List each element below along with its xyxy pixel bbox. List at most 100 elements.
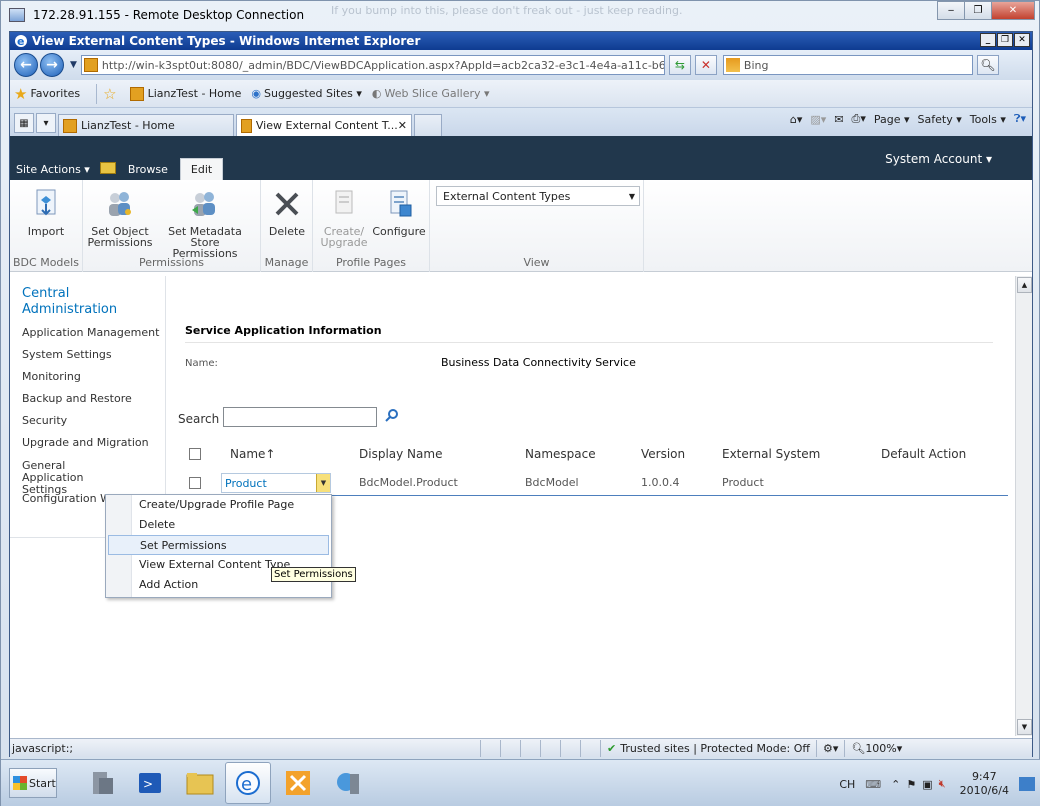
powershell-icon[interactable]: > — [127, 762, 173, 804]
help-icon[interactable]: ❓︎▾ — [1014, 112, 1026, 126]
col-default-action[interactable]: Default Action — [881, 447, 966, 461]
central-admin-link[interactable]: Central Administration — [10, 276, 120, 318]
flag-icon[interactable]: ⚑ — [906, 778, 916, 791]
ie-restore-button[interactable]: ❐ — [997, 33, 1013, 47]
ie-close-button[interactable]: ✕ — [1014, 33, 1030, 47]
explorer-icon[interactable] — [177, 762, 223, 804]
restore-button[interactable]: ❐ — [964, 1, 992, 20]
fav-item-suggested-sites[interactable]: ◉ Suggested Sites ▾ — [251, 87, 361, 100]
start-button[interactable]: Start — [9, 768, 57, 798]
nav-security[interactable]: Security — [10, 410, 165, 432]
feeds-icon[interactable]: ▨▾ — [810, 113, 826, 126]
ie-minimize-button[interactable]: _ — [980, 33, 996, 47]
safety-menu[interactable]: Safety ▾ — [918, 113, 962, 126]
col-version[interactable]: Version — [641, 447, 685, 461]
new-tab-button[interactable] — [414, 114, 442, 136]
rdp-title: 172.28.91.155 - Remote Desktop Connectio… — [33, 8, 305, 22]
home-icon[interactable]: ⌂▾ — [790, 113, 803, 126]
quick-tabs-icon[interactable]: ▦ — [14, 113, 34, 133]
nav-application-management[interactable]: Application Management — [10, 322, 165, 344]
select-all-checkbox[interactable] — [189, 448, 201, 460]
item-menu-dropdown-icon[interactable]: ▼ — [316, 474, 330, 492]
col-name[interactable]: Name↑ — [230, 447, 275, 461]
import-button[interactable]: Import — [26, 188, 66, 237]
vertical-scrollbar[interactable]: ▲ ▼ — [1015, 276, 1032, 736]
menu-delete[interactable]: Delete — [108, 515, 329, 535]
product-link[interactable]: Product — [222, 477, 267, 490]
language-indicator[interactable]: CH — [839, 778, 855, 791]
group-manage: Delete Manage — [261, 180, 313, 272]
navigate-up-icon[interactable] — [99, 162, 116, 174]
nav-upgrade-migration[interactable]: Upgrade and Migration — [10, 432, 165, 454]
address-url: http://win-k3spt0ut:8080/_admin/BDC/View… — [101, 58, 665, 72]
server-manager-icon[interactable] — [79, 762, 125, 804]
forward-button[interactable]: → — [40, 53, 64, 77]
tab-list-dropdown-icon[interactable]: ▾ — [36, 113, 56, 133]
read-mail-icon[interactable]: ✉ — [834, 113, 843, 126]
back-button[interactable]: ← — [14, 53, 38, 77]
delete-button[interactable]: Delete — [267, 188, 307, 237]
close-button[interactable]: ✕ — [991, 1, 1035, 20]
tools-icon[interactable] — [275, 762, 321, 804]
tab-close-icon[interactable]: ✕ — [398, 119, 407, 132]
set-object-permissions-button[interactable]: Set Object Permissions — [87, 188, 153, 248]
keyboard-icon[interactable]: ⌨ — [865, 778, 881, 791]
show-desktop-icon[interactable] — [1019, 777, 1035, 791]
protected-mode-icon[interactable]: ⚙▾ — [815, 739, 844, 757]
create-upgrade-button[interactable]: Create/ Upgrade — [319, 188, 369, 248]
fav-item-web-slice-gallery[interactable]: ◐ Web Slice Gallery ▾ — [372, 87, 490, 100]
refresh-button[interactable]: ⇆ — [668, 55, 691, 75]
network-app-icon[interactable] — [325, 762, 371, 804]
col-display-name[interactable]: Display Name — [359, 447, 442, 461]
favorites-button[interactable]: ★ Favorites — [14, 85, 80, 103]
address-bar[interactable]: http://win-k3spt0ut:8080/_admin/BDC/View… — [80, 55, 665, 75]
show-hidden-icons[interactable]: ⌃ — [891, 778, 900, 791]
ie-window: e View External Content Types - Windows … — [9, 31, 1033, 757]
nav-system-settings[interactable]: System Settings — [10, 344, 165, 366]
search-button[interactable]: 🔍︎ — [976, 55, 999, 75]
menu-set-permissions[interactable]: Set Permissions — [108, 535, 329, 555]
tab-lianztest-home[interactable]: LianzTest - Home — [58, 114, 234, 136]
page-menu[interactable]: Page ▾ — [874, 113, 910, 126]
network-icon[interactable]: ▣ — [922, 778, 932, 791]
nav-monitoring[interactable]: Monitoring — [10, 366, 165, 388]
col-namespace[interactable]: Namespace — [525, 447, 596, 461]
stop-button[interactable]: ✕ — [694, 55, 717, 75]
col-external-system[interactable]: External System — [722, 447, 820, 461]
menu-create-upgrade-profile-page[interactable]: Create/Upgrade Profile Page — [108, 495, 329, 515]
scroll-down-icon[interactable]: ▼ — [1017, 719, 1032, 735]
product-item[interactable]: Product ▼ — [221, 473, 331, 493]
view-select[interactable]: External Content Types ▼ — [436, 186, 640, 206]
view-select-value: External Content Types — [443, 189, 571, 203]
nav-general-app-settings[interactable]: General Application Settings — [10, 454, 130, 496]
tab-view-external-content[interactable]: View External Content T... ✕ — [236, 114, 412, 136]
account-menu[interactable]: System Account ▾ — [885, 152, 992, 166]
volume-muted-icon[interactable]: 🔇︎ — [939, 777, 946, 791]
fav-item-lianztest[interactable]: LianzTest - Home — [129, 86, 242, 101]
zoom-control[interactable]: 🔍︎ 100% ▾ — [844, 739, 908, 757]
minimize-button[interactable]: ‒ — [937, 1, 965, 20]
site-actions-menu[interactable]: Site Actions ▾ — [16, 163, 98, 180]
zoom-level: 100% — [865, 741, 897, 755]
add-favorite-button[interactable]: ☆ — [103, 85, 119, 103]
print-icon[interactable]: ⎙▾ — [852, 112, 866, 126]
zone-label: Trusted sites | Protected Mode: Off — [620, 741, 810, 755]
clock[interactable]: 9:47 2010/6/4 — [960, 770, 1009, 798]
tab-edit[interactable]: Edit — [179, 158, 224, 180]
history-dropdown-icon[interactable]: ▼ — [70, 60, 77, 70]
search-icon[interactable] — [385, 408, 399, 422]
group-label: BDC Models — [13, 256, 79, 269]
search-input[interactable]: Bing — [722, 55, 973, 75]
set-metadata-store-permissions-button[interactable]: Set Metadata Store Permissions — [155, 188, 255, 259]
tab-browse[interactable]: Browse — [128, 163, 176, 180]
configure-button[interactable]: Configure — [371, 188, 427, 237]
fav-item-label: LianzTest - Home — [147, 87, 242, 100]
tooltip: Set Permissions — [271, 567, 356, 582]
list-search-input[interactable] — [223, 407, 377, 427]
row-checkbox[interactable] — [189, 477, 201, 489]
tools-menu[interactable]: Tools ▾ — [970, 113, 1006, 126]
nav-backup-restore[interactable]: Backup and Restore — [10, 388, 165, 410]
security-zone[interactable]: ✔ Trusted sites | Protected Mode: Off — [600, 739, 816, 757]
scroll-up-icon[interactable]: ▲ — [1017, 277, 1032, 293]
ie-taskbar-icon[interactable]: e — [225, 762, 271, 804]
